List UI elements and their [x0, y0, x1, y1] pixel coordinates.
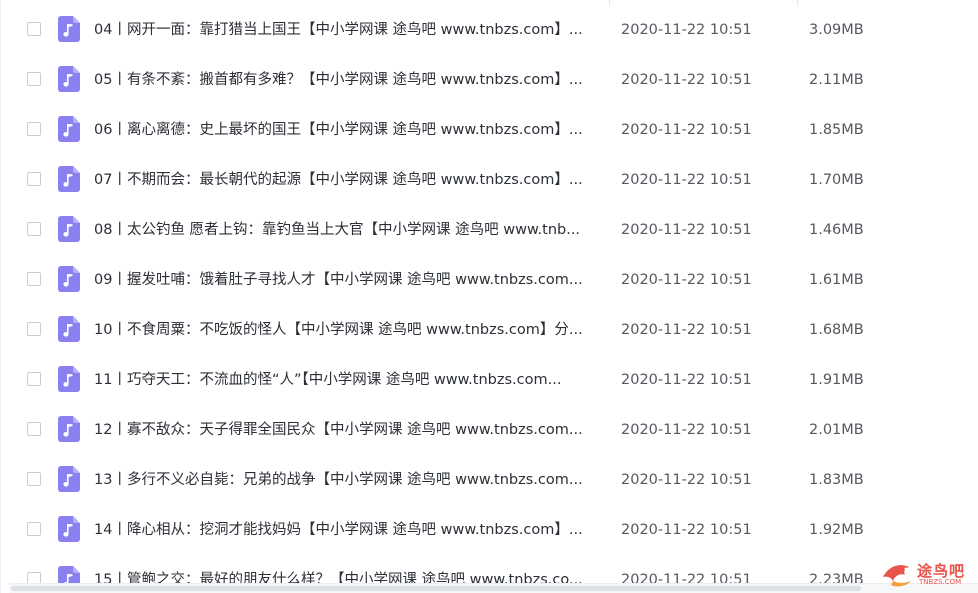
file-modified-date: 2020-11-22 10:51	[621, 122, 752, 138]
file-modified-date: 2020-11-22 10:51	[621, 372, 752, 388]
file-row[interactable]: 13丨多行不义必自毙：兄弟的战争【中小学网课 途鸟吧 www.tnbzs.com…	[1, 457, 978, 507]
file-list: 04丨网开一面：靠打猎当上国王【中小学网课 途鸟吧 www.tnbzs.com】…	[0, 0, 978, 593]
file-modified-date: 2020-11-22 10:51	[621, 422, 752, 438]
file-name[interactable]: 09丨握发吐哺：饿着肚子寻找人才【中小学网课 途鸟吧 www.tnbzs.com…	[94, 270, 599, 290]
file-row[interactable]: 04丨网开一面：靠打猎当上国王【中小学网课 途鸟吧 www.tnbzs.com】…	[1, 7, 978, 57]
music-file-icon	[58, 466, 80, 492]
file-modified-date: 2020-11-22 10:51	[621, 522, 752, 538]
row-checkbox[interactable]	[27, 322, 41, 336]
file-size: 1.91MB	[809, 372, 864, 388]
file-name[interactable]: 07丨不期而会：最长朝代的起源【中小学网课 途鸟吧 www.tnbzs.com】…	[94, 170, 599, 190]
row-checkbox[interactable]	[27, 472, 41, 486]
file-size: 1.61MB	[809, 272, 864, 288]
file-size: 1.85MB	[809, 122, 864, 138]
file-name[interactable]: 14丨降心相从：挖洞才能找妈妈【中小学网课 途鸟吧 www.tnbzs.com】…	[94, 520, 599, 540]
row-checkbox[interactable]	[27, 172, 41, 186]
music-file-icon	[58, 216, 80, 242]
file-modified-date: 2020-11-22 10:51	[621, 172, 752, 188]
row-checkbox[interactable]	[27, 22, 41, 36]
file-name[interactable]: 05丨有条不紊：搬首都有多难？【中小学网课 途鸟吧 www.tnbzs.com】…	[94, 70, 599, 90]
file-size: 1.92MB	[809, 522, 864, 538]
music-file-icon	[58, 366, 80, 392]
row-checkbox[interactable]	[27, 522, 41, 536]
file-row[interactable]: 07丨不期而会：最长朝代的起源【中小学网课 途鸟吧 www.tnbzs.com】…	[1, 157, 978, 207]
music-file-icon	[58, 516, 80, 542]
file-modified-date: 2020-11-22 10:51	[621, 222, 752, 238]
file-size: 3.09MB	[809, 22, 864, 38]
file-modified-date: 2020-11-22 10:51	[621, 322, 752, 338]
file-name[interactable]: 11丨巧夺天工：不流血的怪“人”【中小学网课 途鸟吧 www.tnbzs.com…	[94, 370, 599, 390]
file-row[interactable]: 10丨不食周粟：不吃饭的怪人【中小学网课 途鸟吧 www.tnbzs.com】分…	[1, 307, 978, 357]
file-row[interactable]: 06丨离心离德：史上最坏的国王【中小学网课 途鸟吧 www.tnbzs.com】…	[1, 107, 978, 157]
file-name[interactable]: 04丨网开一面：靠打猎当上国王【中小学网课 途鸟吧 www.tnbzs.com】…	[94, 20, 599, 40]
music-file-icon	[58, 166, 80, 192]
file-size: 1.70MB	[809, 172, 864, 188]
file-row[interactable]: 11丨巧夺天工：不流血的怪“人”【中小学网课 途鸟吧 www.tnbzs.com…	[1, 357, 978, 407]
music-file-icon	[58, 116, 80, 142]
music-file-icon	[58, 316, 80, 342]
file-size: 1.68MB	[809, 322, 864, 338]
file-name[interactable]: 13丨多行不义必自毙：兄弟的战争【中小学网课 途鸟吧 www.tnbzs.com…	[94, 470, 599, 490]
row-checkbox[interactable]	[27, 422, 41, 436]
scrollbar-thumb[interactable]	[11, 586, 861, 591]
music-file-icon	[58, 16, 80, 42]
column-divider[interactable]	[797, 0, 798, 6]
file-modified-date: 2020-11-22 10:51	[621, 272, 752, 288]
file-size: 2.01MB	[809, 422, 864, 438]
file-modified-date: 2020-11-22 10:51	[621, 22, 752, 38]
row-checkbox[interactable]	[27, 122, 41, 136]
horizontal-scrollbar[interactable]	[9, 583, 978, 593]
file-row[interactable]: 08丨太公钓鱼 愿者上钩：靠钓鱼当上大官【中小学网课 途鸟吧 www.tnb..…	[1, 207, 978, 257]
row-checkbox[interactable]	[27, 372, 41, 386]
file-name[interactable]: 06丨离心离德：史上最坏的国王【中小学网课 途鸟吧 www.tnbzs.com】…	[94, 120, 599, 140]
file-modified-date: 2020-11-22 10:51	[621, 472, 752, 488]
file-size: 2.11MB	[809, 72, 864, 88]
file-row[interactable]: 14丨降心相从：挖洞才能找妈妈【中小学网课 途鸟吧 www.tnbzs.com】…	[1, 507, 978, 557]
file-size: 1.46MB	[809, 222, 864, 238]
file-size: 1.83MB	[809, 472, 864, 488]
file-modified-date: 2020-11-22 10:51	[621, 72, 752, 88]
file-row[interactable]: 05丨有条不紊：搬首都有多难？【中小学网课 途鸟吧 www.tnbzs.com】…	[1, 57, 978, 107]
column-divider[interactable]	[609, 0, 610, 6]
file-name[interactable]: 10丨不食周粟：不吃饭的怪人【中小学网课 途鸟吧 www.tnbzs.com】分…	[94, 320, 599, 340]
file-row[interactable]: 12丨寡不敌众：天子得罪全国民众【中小学网课 途鸟吧 www.tnbzs.com…	[1, 407, 978, 457]
row-checkbox[interactable]	[27, 72, 41, 86]
file-name[interactable]: 08丨太公钓鱼 愿者上钩：靠钓鱼当上大官【中小学网课 途鸟吧 www.tnb..…	[94, 220, 599, 240]
file-row[interactable]: 09丨握发吐哺：饿着肚子寻找人才【中小学网课 途鸟吧 www.tnbzs.com…	[1, 257, 978, 307]
music-file-icon	[58, 266, 80, 292]
music-file-icon	[58, 416, 80, 442]
row-checkbox[interactable]	[27, 272, 41, 286]
row-checkbox[interactable]	[27, 222, 41, 236]
music-file-icon	[58, 66, 80, 92]
file-name[interactable]: 12丨寡不敌众：天子得罪全国民众【中小学网课 途鸟吧 www.tnbzs.com…	[94, 420, 599, 440]
